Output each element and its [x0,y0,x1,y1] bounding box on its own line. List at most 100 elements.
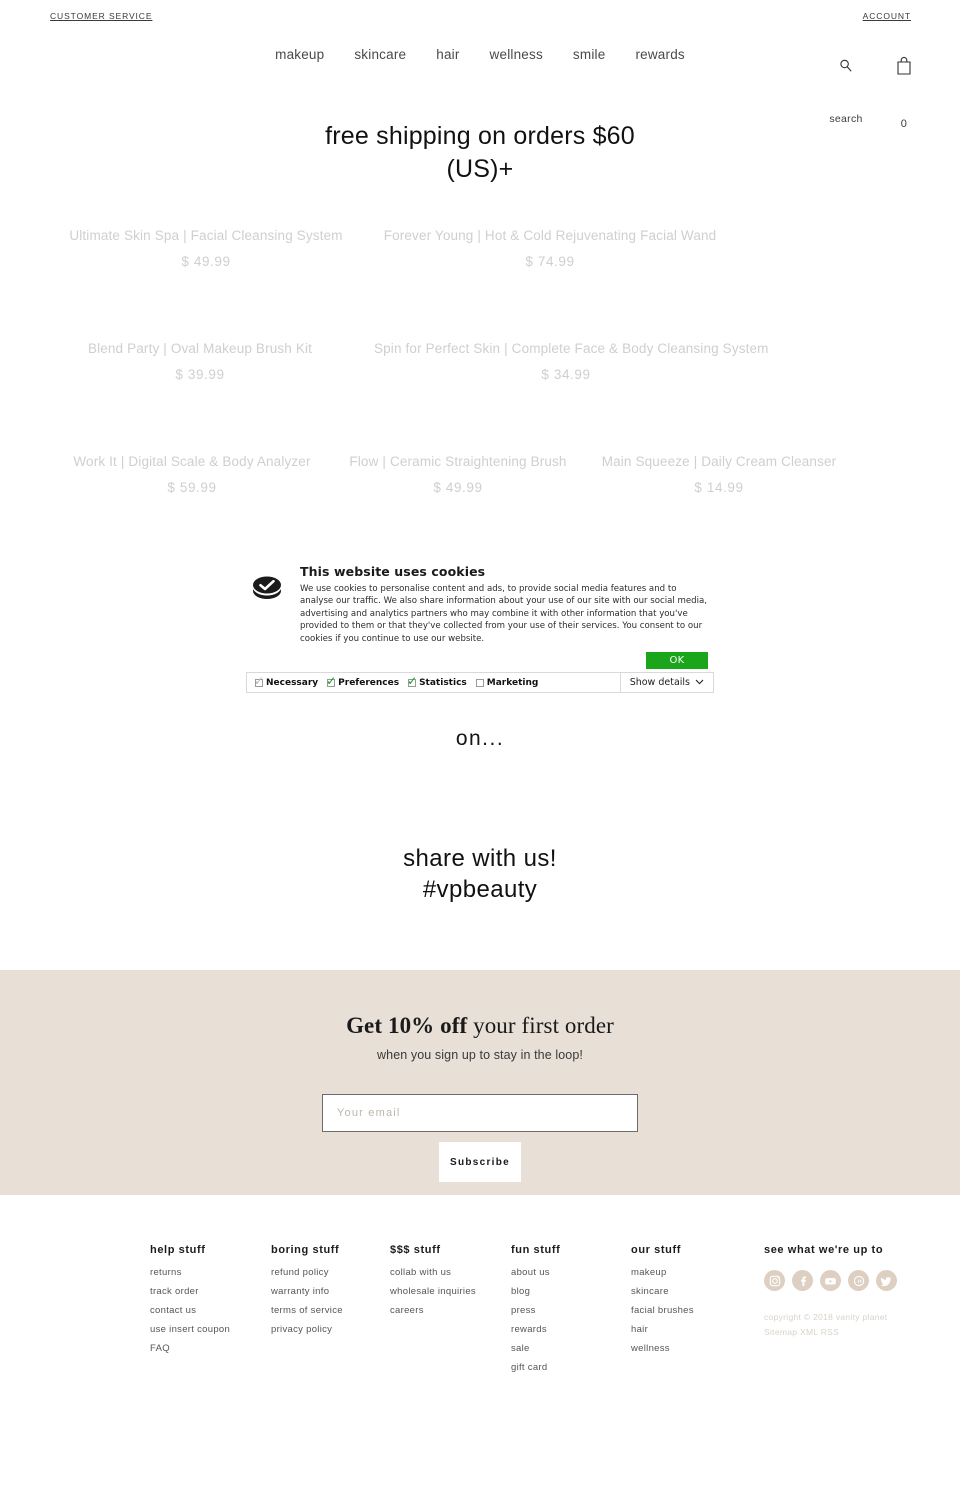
footer-link[interactable]: track order [150,1286,230,1297]
footer-link[interactable]: warranty info [271,1286,343,1297]
footer-link[interactable]: press [511,1305,560,1316]
newsletter-subheading: when you sign up to stay in the loop! [377,1048,583,1062]
footer-link[interactable]: makeup [631,1267,694,1278]
footer-link[interactable]: wellness [631,1343,694,1354]
newsletter-section: Get 10% off your first order when you si… [0,970,960,1195]
cookie-banner-text: We use cookies to personalise content an… [300,584,708,644]
footer-link[interactable]: gift card [511,1362,560,1373]
product-title: Spin for Perfect Skin | Complete Face & … [374,341,769,356]
footer-link[interactable]: about us [511,1267,560,1278]
instagram-icon[interactable] [764,1270,785,1291]
share-hashtag: #vpbeauty [422,876,538,903]
product-title: Forever Young | Hot & Cold Rejuvenating … [383,228,717,243]
product-price: $ 49.99 [181,254,231,269]
customer-service-link[interactable]: CUSTOMER SERVICE [50,11,152,21]
nav-item-smile[interactable]: smile [573,47,606,62]
cookie-category-label: Statistics [419,677,467,688]
footer-social-column: see what we're up to copyright © 2018 va… [764,1244,897,1340]
product-row: Ultimate Skin Spa | Facial Cleansing Sys… [0,206,960,319]
twitter-icon[interactable] [876,1270,897,1291]
legal-links: Sitemap XML RSS [764,1325,897,1340]
footer-link[interactable]: use insert coupon [150,1324,230,1335]
footer-link[interactable]: wholesale inquiries [390,1286,476,1297]
footer-column-money-stuff: $$$ stuff collab with us wholesale inqui… [390,1244,476,1324]
cookie-category-preferences[interactable]: Preferences [326,674,399,688]
cookie-show-details-button[interactable]: Show details [619,673,713,693]
footer-column-heading: help stuff [150,1244,206,1256]
footer-link[interactable]: rewards [511,1324,560,1335]
cookie-category-statistics[interactable]: Statistics [407,674,467,688]
youtube-icon[interactable] [820,1270,841,1291]
facebook-icon[interactable] [792,1270,813,1291]
cookie-category-marketing[interactable]: Marketing [475,678,538,688]
cookie-banner-title: This website uses cookies [300,564,486,579]
sitemap-link[interactable]: Sitemap [764,1327,797,1337]
utility-bar: CUSTOMER SERVICE ACCOUNT [0,0,960,34]
chevron-down-icon [695,678,704,687]
site-footer: help stuff returns track order contact u… [0,1195,960,1497]
newsletter-heading-bold: Get 10% off [346,1013,468,1038]
footer-link[interactable]: careers [390,1305,476,1316]
footer-link[interactable]: returns [150,1267,230,1278]
pinterest-icon[interactable] [848,1270,869,1291]
footer-link[interactable]: blog [511,1286,560,1297]
shopping-bag-icon [886,55,922,82]
product-grid: Ultimate Skin Spa | Facial Cleansing Sys… [0,206,960,522]
nav-item-rewards[interactable]: rewards [635,47,684,62]
footer-column-help-stuff: help stuff returns track order contact u… [150,1244,230,1362]
cookie-category-bar: Necessary Preferences Statistics Marketi… [246,672,714,694]
footer-link[interactable]: FAQ [150,1343,230,1354]
nav-item-hair[interactable]: hair [436,47,459,62]
share-section: share with us! #vpbeauty [0,843,960,905]
product-row: Work It | Digital Scale & Body Analyzer … [0,432,960,522]
product-card[interactable]: Blend Party | Oval Makeup Brush Kit $ 39… [8,341,392,382]
hero-line-1: free shipping on orders $60 [325,122,635,150]
product-card[interactable]: Spin for Perfect Skin | Complete Face & … [374,341,769,382]
footer-column-heading: our stuff [631,1244,682,1256]
footer-link[interactable]: terms of service [271,1305,343,1316]
footer-link[interactable]: facial brushes [631,1305,694,1316]
social-icon-row [764,1270,897,1291]
footer-link[interactable]: skincare [631,1286,694,1297]
copyright-text: copyright © 2018 vanity planet [764,1312,888,1322]
footer-link[interactable]: contact us [150,1305,230,1316]
footer-column-heading: boring stuff [271,1244,340,1256]
checkbox-preferences[interactable] [326,674,336,688]
email-field[interactable] [322,1094,638,1132]
product-price: $ 74.99 [525,254,575,269]
product-title: Blend Party | Oval Makeup Brush Kit [87,341,313,356]
subscribe-button[interactable]: Subscribe [439,1142,521,1182]
footer-link[interactable]: privacy policy [271,1324,343,1335]
checkbox-statistics[interactable] [407,674,417,688]
cookie-ok-button[interactable]: OK [646,652,708,670]
nav-item-makeup[interactable]: makeup [275,47,324,62]
nav-item-wellness[interactable]: wellness [490,47,543,62]
footer-link[interactable]: sale [511,1343,560,1354]
account-link[interactable]: ACCOUNT [863,11,911,21]
cookie-banner-top: This website uses cookies We use cookies… [246,558,714,670]
search-control[interactable]: search [826,58,866,125]
cookie-categories: Necessary Preferences Statistics Marketi… [247,673,620,692]
footer-link[interactable]: hair [631,1324,694,1335]
cart-control[interactable]: 0 [886,55,922,130]
checkbox-marketing[interactable] [475,678,484,687]
xml-link[interactable]: XML [800,1327,818,1337]
cookie-banner-actions: OK [300,652,710,670]
product-card[interactable]: Main Squeeze | Daily Cream Cleanser $ 14… [527,454,911,495]
main-navigation: makeup skincare hair wellness smile rewa… [0,47,960,62]
nav-item-skincare[interactable]: skincare [354,47,406,62]
cookie-check-icon [250,564,290,669]
hero-line-2: (US)+ [446,155,514,183]
product-price: $ 39.99 [175,367,225,382]
product-card[interactable]: Forever Young | Hot & Cold Rejuvenating … [358,228,742,269]
share-heading: share with us! [403,845,557,872]
product-card[interactable]: Ultimate Skin Spa | Facial Cleansing Sys… [14,228,398,269]
footer-link[interactable]: refund policy [271,1267,343,1278]
hero-banner: free shipping on orders $60 (US)+ [0,120,960,186]
footer-column-heading: fun stuff [511,1244,561,1256]
checkbox-necessary[interactable] [254,674,264,688]
rss-link[interactable]: RSS [821,1327,839,1337]
footer-link[interactable]: collab with us [390,1267,476,1278]
cookie-category-necessary[interactable]: Necessary [254,674,318,688]
newsletter-heading: Get 10% off your first order [0,1013,960,1039]
